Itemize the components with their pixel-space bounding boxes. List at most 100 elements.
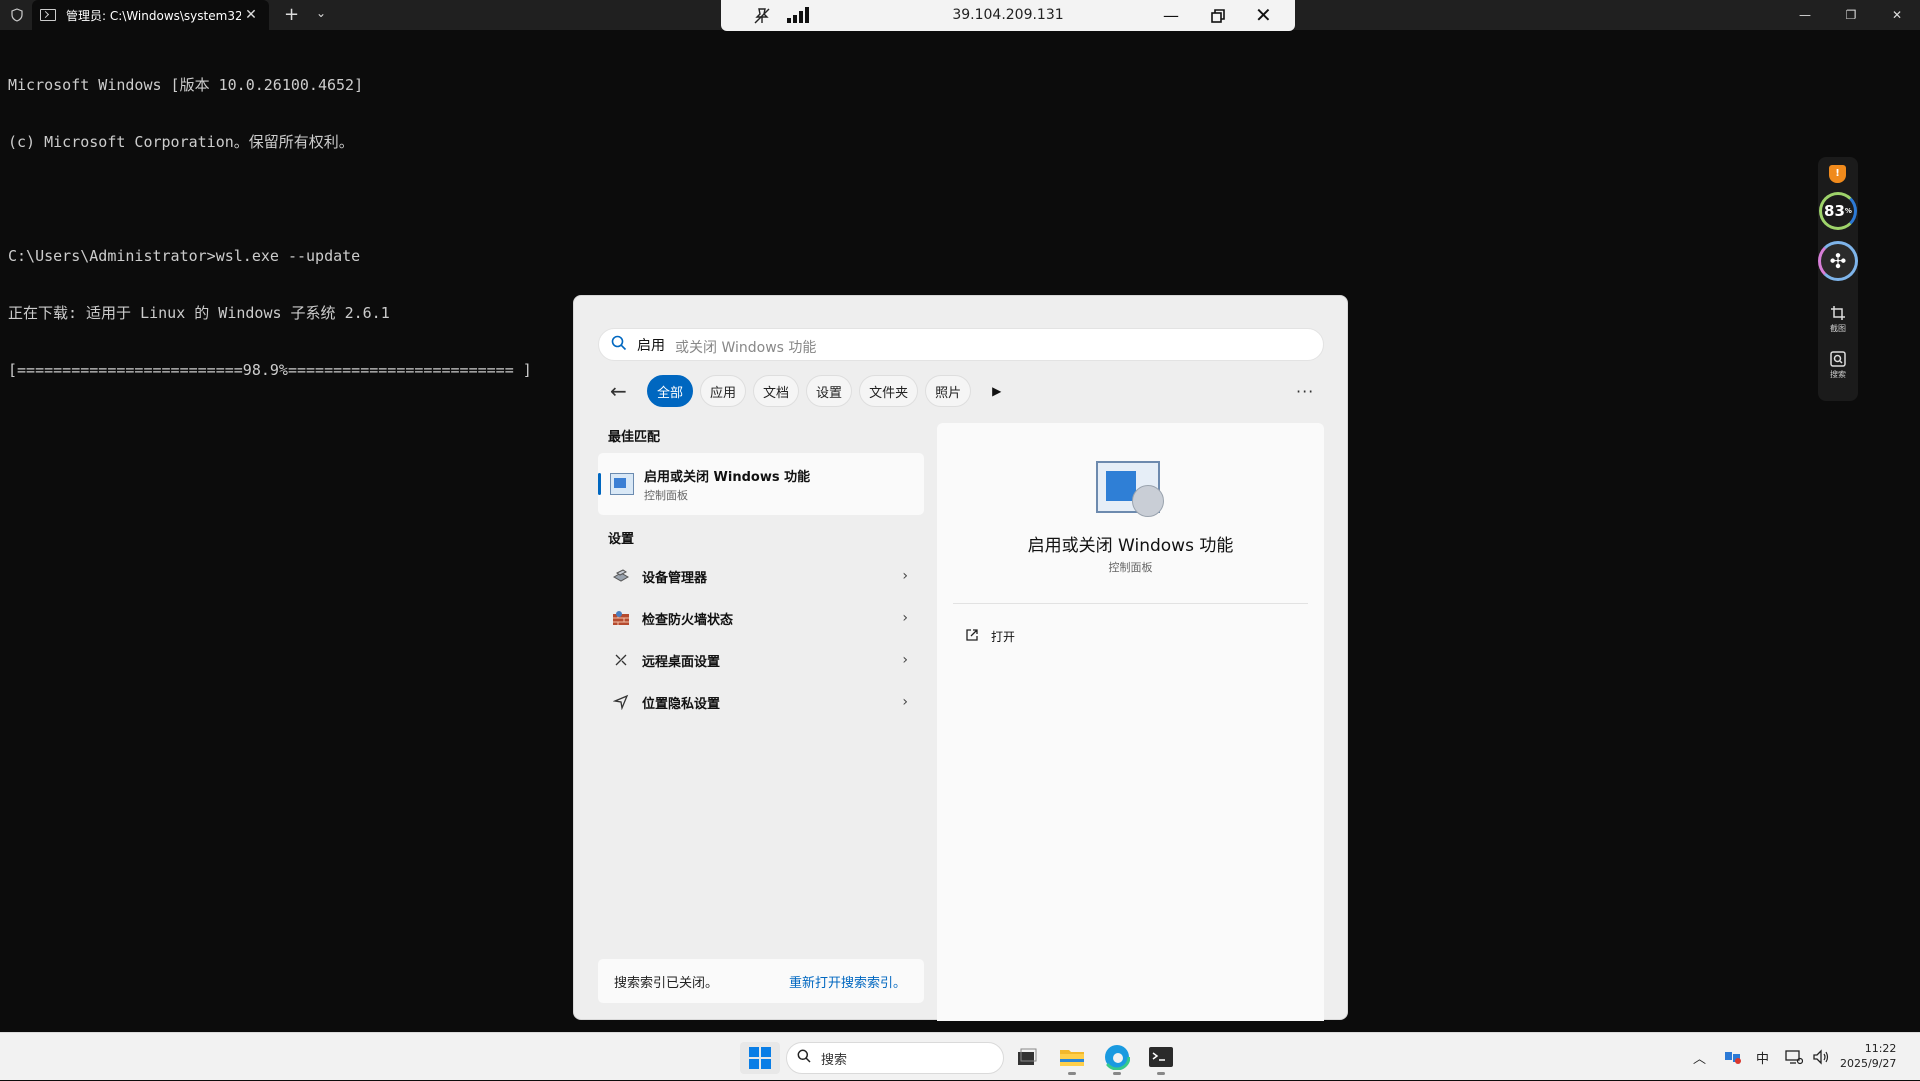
chevron-right-icon: › [902, 652, 908, 668]
minimize-button[interactable]: — [1782, 0, 1828, 30]
settings-item-label: 检查防火墙状态 [642, 612, 734, 628]
remote-close-button[interactable]: ✕ [1255, 3, 1272, 27]
settings-item-label: 远程桌面设置 [642, 654, 721, 670]
chevron-right-icon: › [902, 568, 908, 584]
terminal-line: (c) Microsoft Corporation。保留所有权利。 [8, 133, 354, 151]
settings-item-device-manager[interactable]: 设备管理器 › [598, 555, 924, 597]
windows-logo-icon [749, 1047, 771, 1069]
search-square-icon [1822, 351, 1854, 369]
search-icon [797, 1049, 811, 1067]
search-tool-button[interactable]: 搜索 [1822, 351, 1854, 380]
edge-browser-icon[interactable] [1103, 1043, 1131, 1075]
terminal-output[interactable]: Microsoft Windows [版本 10.0.26100.4652] (… [8, 38, 532, 399]
crop-icon [1822, 305, 1854, 323]
divider [953, 603, 1308, 604]
cmd-icon [40, 9, 56, 21]
taskbar-search[interactable]: 搜索 [786, 1042, 1004, 1074]
system-clock[interactable]: 11:22 2025/9/27 [1840, 1041, 1896, 1071]
best-match-title: 启用或关闭 Windows 功能 [644, 469, 811, 485]
clock-time: 11:22 [1864, 1042, 1897, 1055]
filter-folders[interactable]: 文件夹 [859, 375, 919, 407]
volume-icon[interactable] [1812, 1033, 1830, 1081]
open-external-icon [965, 628, 979, 645]
device-manager-icon [610, 565, 632, 587]
firewall-icon [610, 607, 632, 629]
remote-desktop-icon [610, 649, 632, 671]
screenshot-label: 截图 [1830, 324, 1846, 333]
search-input[interactable] [637, 336, 1297, 353]
terminal-progress-line: [=========================98.9%=========… [8, 361, 532, 379]
results-list: 最佳匹配 启用或关闭 Windows 功能 控制面板 设置 设备管理器 › 检查… [598, 423, 924, 723]
filter-photos[interactable]: 照片 [925, 375, 972, 407]
settings-item-label: 位置隐私设置 [642, 696, 721, 712]
task-view-icon[interactable] [1013, 1043, 1041, 1071]
window-controls: — ❐ ✕ [1782, 0, 1920, 30]
terminal-line: Microsoft Windows [版本 10.0.26100.4652] [8, 76, 364, 94]
chevron-right-icon: › [902, 610, 908, 626]
best-match-item[interactable]: 启用或关闭 Windows 功能 控制面板 [598, 453, 924, 515]
back-arrow-icon[interactable]: ← [610, 379, 636, 403]
fan-boost-icon[interactable]: ✣ [1818, 241, 1858, 281]
index-notice-text: 搜索索引已关闭。 [614, 975, 719, 991]
running-indicator [1068, 1072, 1076, 1075]
settings-item-remote-desktop[interactable]: 远程桌面设置 › [598, 639, 924, 681]
tab-close-icon[interactable]: ✕ [241, 7, 261, 23]
filter-bar: ← 全部 应用 文档 设置 文件夹 照片 ▶ [610, 375, 1001, 407]
show-hidden-icons-chevron-icon[interactable]: ︿ [1693, 1033, 1706, 1081]
open-label: 打开 [991, 630, 1016, 644]
security-badge-icon[interactable]: ! [1829, 165, 1846, 183]
start-button[interactable] [740, 1042, 780, 1074]
remote-connection-bar: 39.104.209.131 — ✕ [721, 0, 1295, 31]
detail-title: 启用或关闭 Windows 功能 [1027, 536, 1234, 556]
settings-item-location-privacy[interactable]: 位置隐私设置 › [598, 681, 924, 723]
tab-dropdown-icon[interactable]: ⌄ [316, 6, 326, 20]
tab-title: 管理员: C:\Windows\system32 [66, 8, 241, 23]
remote-ip-address: 39.104.209.131 [952, 7, 1064, 23]
shield-icon [0, 0, 34, 30]
filter-all[interactable]: 全部 [647, 375, 694, 407]
new-tab-button[interactable]: + [284, 4, 299, 25]
file-explorer-icon[interactable] [1058, 1043, 1086, 1075]
search-index-notice: 搜索索引已关闭。 重新打开搜索索引。 [598, 959, 924, 1003]
search-box[interactable] [598, 328, 1324, 361]
terminal-line: C:\Users\Administrator>wsl.exe --update [8, 247, 361, 265]
reenable-index-link[interactable]: 重新打开搜索索引。 [789, 972, 906, 991]
remote-restore-button[interactable] [1211, 8, 1225, 23]
settings-item-firewall[interactable]: 检查防火墙状态 › [598, 597, 924, 639]
running-indicator [1113, 1072, 1121, 1075]
more-filters-play-icon[interactable]: ▶ [992, 384, 1001, 398]
score-value: 83 [1824, 202, 1845, 220]
filter-documents[interactable]: 文档 [753, 375, 800, 407]
health-score[interactable]: 83% [1819, 192, 1857, 230]
location-icon [610, 691, 632, 713]
windows-features-icon [1096, 461, 1164, 517]
screenshot-button[interactable]: 截图 [1822, 305, 1854, 334]
taskbar: 搜索 ︿ 中 11:22 2025/9/27 [0, 1032, 1920, 1080]
taskbar-search-label: 搜索 [821, 1052, 848, 1068]
network-icon[interactable] [1785, 1033, 1803, 1081]
maximize-button[interactable]: ❐ [1828, 0, 1874, 30]
terminal-line: 正在下载: 适用于 Linux 的 Windows 子系统 2.6.1 [8, 304, 390, 322]
terminal-app-icon[interactable] [1147, 1043, 1175, 1075]
more-options-icon[interactable]: ··· [1296, 382, 1314, 401]
floating-monitor-widget: ! 83% ✣ 截图 搜索 [1818, 157, 1858, 401]
remote-minimize-button[interactable]: — [1163, 6, 1179, 25]
terminal-tab[interactable]: 管理员: C:\Windows\system32 ✕ [32, 0, 269, 30]
filter-apps[interactable]: 应用 [700, 375, 747, 407]
running-indicator [1157, 1072, 1165, 1075]
start-search-panel: 或关闭 Windows 功能 ← 全部 应用 文档 设置 文件夹 照片 ▶ ··… [573, 295, 1348, 1021]
result-detail-pane: 启用或关闭 Windows 功能 控制面板 打开 [937, 423, 1324, 1021]
settings-header: 设置 [608, 532, 635, 547]
best-match-subtitle: 控制面板 [644, 488, 688, 502]
ime-indicator[interactable]: 中 [1756, 1033, 1769, 1081]
clock-date: 2025/9/27 [1840, 1057, 1897, 1070]
detail-subtitle: 控制面板 [1108, 561, 1153, 574]
network-share-icon[interactable] [1724, 1033, 1742, 1081]
search-tool-label: 搜索 [1830, 370, 1846, 379]
settings-item-label: 设备管理器 [642, 570, 708, 586]
search-icon [611, 335, 627, 355]
filter-settings[interactable]: 设置 [806, 375, 853, 407]
close-button[interactable]: ✕ [1874, 0, 1920, 30]
open-action[interactable]: 打开 [965, 628, 1015, 645]
